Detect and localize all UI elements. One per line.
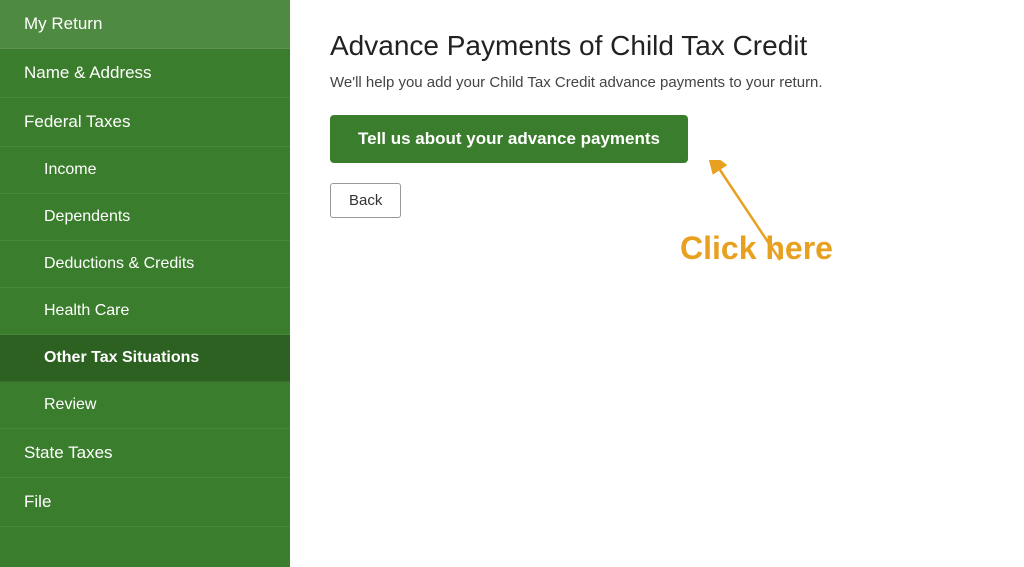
page-title: Advance Payments of Child Tax Credit (330, 30, 984, 62)
sidebar-item-label: Dependents (44, 208, 130, 226)
sidebar-item-label: State Taxes (24, 443, 113, 463)
click-here-label: Click here (680, 230, 833, 267)
sidebar-item-my-return[interactable]: My Return (0, 0, 290, 49)
sidebar-item-label: Income (44, 161, 96, 179)
back-button[interactable]: Back (330, 183, 401, 218)
sidebar-item-label: My Return (24, 14, 102, 34)
sidebar-item-file[interactable]: File (0, 478, 290, 527)
sidebar-item-state-taxes[interactable]: State Taxes (0, 429, 290, 478)
page-subtitle: We'll help you add your Child Tax Credit… (330, 74, 984, 91)
sidebar-item-dependents[interactable]: Dependents (0, 194, 290, 241)
sidebar-item-label: Federal Taxes (24, 112, 130, 132)
sidebar-item-other-tax-situations[interactable]: Other Tax Situations (0, 335, 290, 382)
sidebar-item-label: Other Tax Situations (44, 349, 199, 367)
sidebar-item-health-care[interactable]: Health Care (0, 288, 290, 335)
sidebar-item-review[interactable]: Review (0, 382, 290, 429)
sidebar-item-income[interactable]: Income (0, 147, 290, 194)
sidebar-item-label: File (24, 492, 51, 512)
sidebar-item-name-address[interactable]: Name & Address (0, 49, 290, 98)
sidebar-item-label: Review (44, 396, 96, 414)
main-content: Advance Payments of Child Tax Credit We'… (290, 0, 1024, 567)
sidebar-item-label: Name & Address (24, 63, 152, 83)
sidebar-item-deductions-credits[interactable]: Deductions & Credits (0, 241, 290, 288)
sidebar-item-label: Health Care (44, 302, 129, 320)
sidebar-item-federal-taxes[interactable]: Federal Taxes (0, 98, 290, 147)
advance-payments-button[interactable]: Tell us about your advance payments (330, 115, 688, 163)
sidebar: My Return Name & Address Federal Taxes I… (0, 0, 290, 567)
sidebar-item-label: Deductions & Credits (44, 255, 194, 273)
